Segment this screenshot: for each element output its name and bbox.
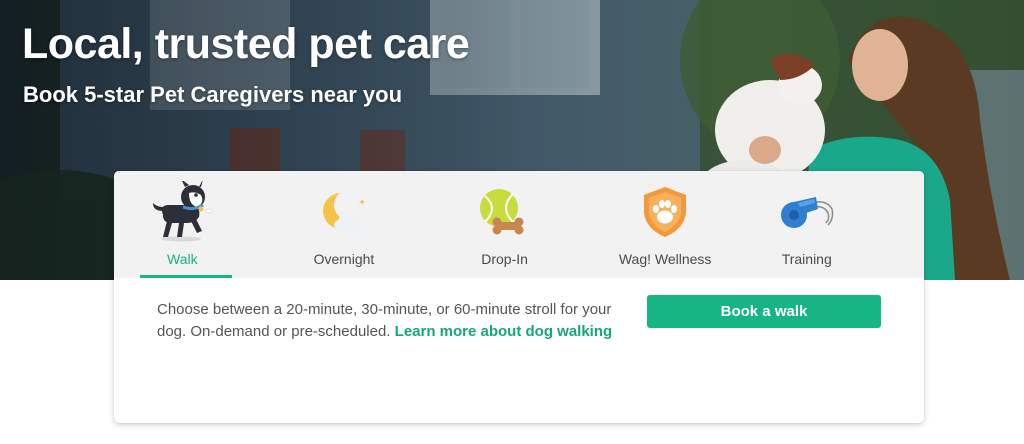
tab-drop-in[interactable]: Drop-In <box>462 171 547 278</box>
service-card: Walk Overnight Drop-In Wag! Wellness Tra… <box>114 171 924 423</box>
tab-label: Overnight <box>313 251 375 267</box>
service-tabs: Walk Overnight Drop-In Wag! Wellness Tra… <box>114 171 924 278</box>
learn-more-link[interactable]: Learn more about dog walking <box>395 323 613 340</box>
hero-title: Local, trusted pet care <box>22 20 470 68</box>
tab-walk[interactable]: Walk <box>140 171 232 278</box>
tab-training[interactable]: Training <box>764 171 849 278</box>
tab-wag-wellness[interactable]: Wag! Wellness <box>611 171 720 278</box>
paw-shield-icon <box>630 181 700 243</box>
moon-cloud-icon <box>309 181 379 243</box>
hero-subtitle: Book 5-star Pet Caregivers near you <box>23 82 403 107</box>
tab-label: Walk <box>167 251 198 267</box>
tab-label: Training <box>781 251 832 267</box>
tab-overnight[interactable]: Overnight <box>302 171 387 278</box>
tab-label: Drop-In <box>481 251 528 267</box>
tab-label: Wag! Wellness <box>618 251 712 267</box>
walking-dog-icon <box>147 181 217 243</box>
active-tab-indicator <box>140 275 232 278</box>
book-walk-button[interactable]: Book a walk <box>647 295 881 328</box>
service-description: Choose between a 20-minute, 30-minute, o… <box>157 299 637 343</box>
whistle-icon <box>772 181 842 243</box>
tennis-ball-bone-icon <box>470 181 540 243</box>
